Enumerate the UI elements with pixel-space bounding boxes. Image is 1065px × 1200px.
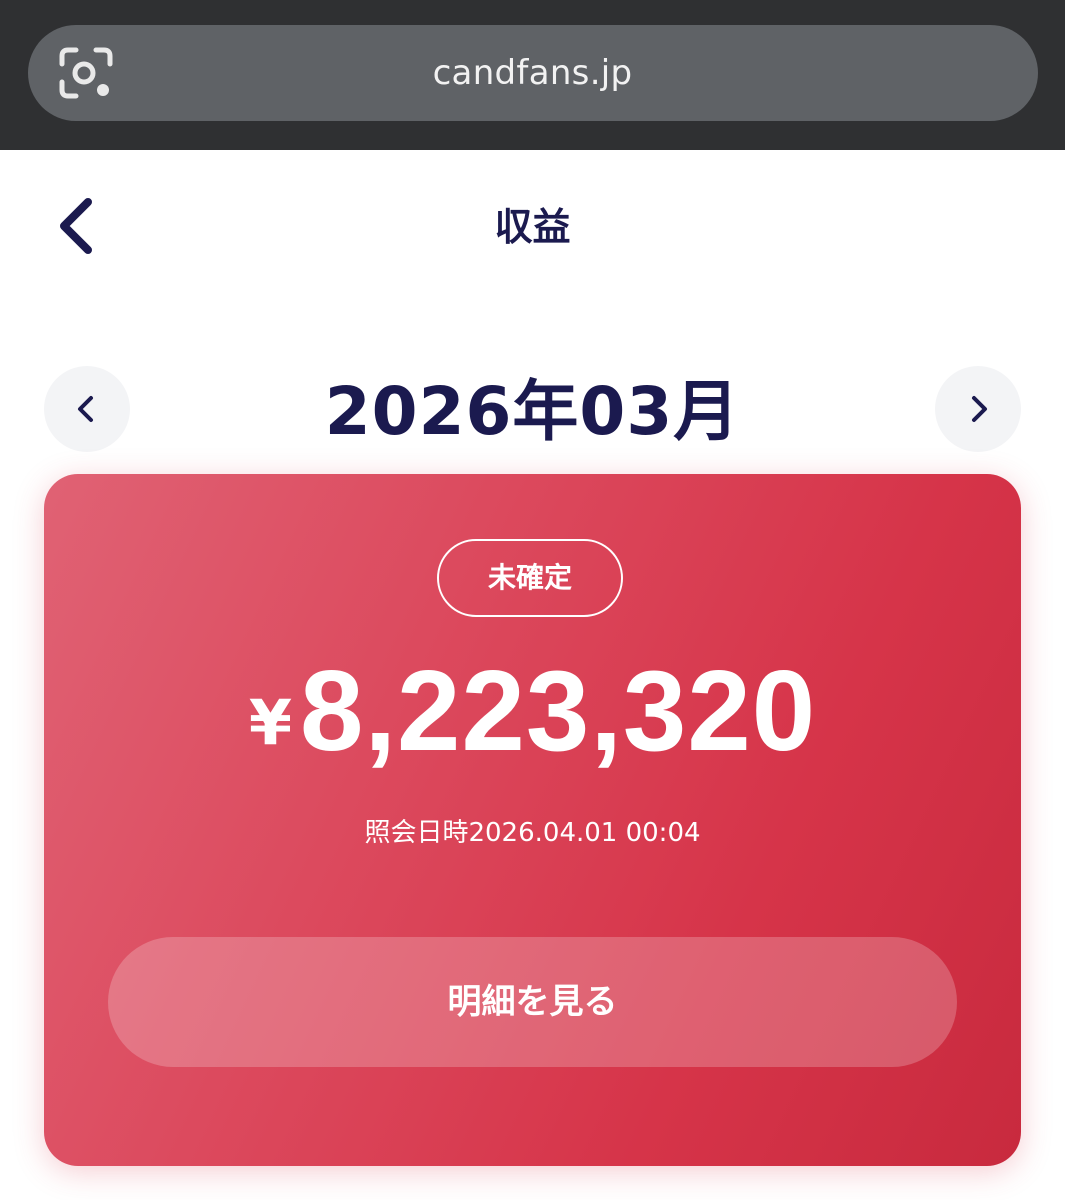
status-badge: 未確定 — [437, 539, 623, 617]
chevron-right-icon — [972, 396, 987, 422]
url-text: candfans.jp — [432, 53, 633, 93]
currency-symbol: ¥ — [248, 686, 292, 759]
earnings-amount: ¥8,223,320 — [44, 646, 1021, 777]
query-timestamp: 照会日時2026.04.01 00:04 — [364, 818, 701, 848]
page-title: 収益 — [494, 205, 571, 249]
month-label: 2026年03月 — [324, 373, 741, 450]
amount-value: 8,223,320 — [299, 648, 817, 775]
next-month-button[interactable] — [935, 366, 1021, 452]
earnings-card: 未確定 ¥8,223,320 照会日時2026.04.01 00:04 明細を見… — [44, 474, 1021, 1166]
view-details-button[interactable]: 明細を見る — [108, 937, 957, 1067]
browser-toolbar: candfans.jp — [0, 0, 1065, 150]
